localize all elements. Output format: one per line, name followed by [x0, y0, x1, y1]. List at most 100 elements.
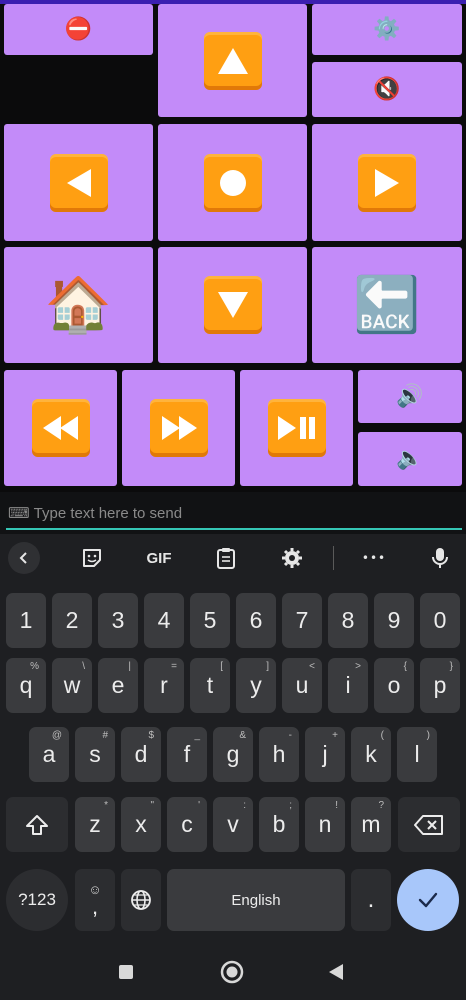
text-input-placeholder[interactable]: ⌨ Type text here to send: [8, 504, 183, 523]
clipboard-button[interactable]: [212, 544, 240, 572]
comma-emoji-key[interactable]: ☺ ,: [75, 869, 115, 931]
key-hint: =: [171, 661, 177, 672]
sticker-button[interactable]: [78, 544, 106, 572]
sticker-icon: [83, 549, 101, 567]
key-v[interactable]: :v: [213, 797, 253, 852]
key-hint: <: [309, 661, 315, 672]
shift-key[interactable]: [6, 797, 68, 852]
key-e[interactable]: | e: [98, 658, 138, 713]
recents-button[interactable]: [112, 958, 140, 986]
key-label: v: [227, 811, 239, 837]
symbols-key[interactable]: ?123: [6, 869, 68, 931]
gif-button[interactable]: GIF: [140, 544, 178, 572]
placeholder-text: Type text here to send: [33, 504, 183, 522]
key-i[interactable]: > i: [328, 658, 368, 713]
key-7[interactable]: 7: [282, 593, 322, 648]
key-m[interactable]: ? m: [351, 797, 391, 852]
ok-button[interactable]: [158, 124, 307, 241]
back-nav-button[interactable]: [322, 958, 350, 986]
period-key[interactable]: .: [351, 869, 391, 931]
key-5[interactable]: 5: [190, 593, 230, 648]
volume-down-button[interactable]: 🔈: [358, 432, 462, 486]
key-hint: }: [449, 661, 453, 672]
key-h[interactable]: -h: [259, 727, 299, 782]
key-p[interactable]: } p: [420, 658, 460, 713]
collapse-toolbar-button[interactable]: [8, 542, 40, 574]
key-label: r: [160, 672, 168, 698]
period-label: .: [367, 886, 375, 913]
key-label: u: [295, 672, 309, 698]
key-u[interactable]: < u: [282, 658, 322, 713]
key-hint: *: [104, 800, 108, 811]
home-button[interactable]: 🏠: [4, 247, 153, 363]
rewind-button[interactable]: [4, 370, 117, 486]
key-label: 1: [19, 607, 33, 633]
rewind-icon: [31, 399, 90, 457]
up-button[interactable]: [158, 4, 307, 117]
key-hint: _: [194, 730, 200, 741]
key-x[interactable]: " x: [121, 797, 161, 852]
key-label: 3: [111, 607, 125, 633]
key-q[interactable]: % q: [6, 658, 46, 713]
mute-button[interactable]: 🔇: [312, 62, 462, 117]
more-button[interactable]: •••: [358, 544, 390, 572]
down-button[interactable]: [158, 247, 307, 363]
key-c[interactable]: ' c: [167, 797, 207, 852]
key-8[interactable]: 8: [328, 593, 368, 648]
key-label: h: [272, 741, 286, 767]
settings-button[interactable]: ⚙️: [312, 4, 462, 55]
home-nav-button[interactable]: [216, 956, 248, 988]
key-b[interactable]: ; b: [259, 797, 299, 852]
arrow-right-icon: [358, 153, 416, 212]
key-d[interactable]: $ d: [121, 727, 161, 782]
key-hint: {: [403, 661, 407, 672]
key-a[interactable]: @ a: [29, 727, 69, 782]
stop-button[interactable]: ⛔: [4, 4, 153, 55]
key-o[interactable]: {o: [374, 658, 414, 713]
key-6[interactable]: 6: [236, 593, 276, 648]
key-label: p: [433, 672, 447, 698]
right-button[interactable]: [312, 124, 462, 241]
key-z[interactable]: * z: [75, 797, 115, 852]
key-n[interactable]: ! n: [305, 797, 345, 852]
language-key[interactable]: [121, 869, 161, 931]
key-hint: &: [239, 730, 246, 741]
key-y[interactable]: ] y: [236, 658, 276, 713]
play-pause-button[interactable]: [240, 370, 353, 486]
key-label: k: [365, 741, 377, 767]
key-3[interactable]: 3: [98, 593, 138, 648]
keyboard-icon: ⌨: [8, 505, 30, 522]
settings-toolbar-button[interactable]: [278, 544, 306, 572]
key-label: a: [42, 741, 56, 767]
key-k[interactable]: (k: [351, 727, 391, 782]
key-g[interactable]: & g: [213, 727, 253, 782]
key-4[interactable]: 4: [144, 593, 184, 648]
key-hint: :: [243, 800, 246, 811]
key-label: n: [318, 811, 332, 837]
key-w[interactable]: \ w: [52, 658, 92, 713]
voice-input-button[interactable]: [426, 544, 454, 572]
key-label: y: [250, 672, 262, 698]
backspace-key[interactable]: [398, 797, 460, 852]
key-0[interactable]: 0: [420, 593, 460, 648]
volume-up-button[interactable]: 🔊: [358, 370, 462, 423]
key-1[interactable]: 1: [6, 593, 46, 648]
back-button[interactable]: 🔙: [312, 247, 462, 363]
key-hint: ': [198, 800, 200, 811]
key-f[interactable]: _ f: [167, 727, 207, 782]
left-button[interactable]: [4, 124, 153, 241]
key-label: q: [19, 672, 33, 698]
key-label: b: [272, 811, 286, 837]
key-l[interactable]: ) l: [397, 727, 437, 782]
key-label: o: [387, 672, 401, 698]
key-s[interactable]: # s: [75, 727, 115, 782]
key-2[interactable]: 2: [52, 593, 92, 648]
key-9[interactable]: 9: [374, 593, 414, 648]
key-t[interactable]: [t: [190, 658, 230, 713]
fast-forward-button[interactable]: [122, 370, 235, 486]
enter-key[interactable]: [397, 869, 459, 931]
space-key[interactable]: English: [167, 869, 345, 931]
key-j[interactable]: + j: [305, 727, 345, 782]
key-r[interactable]: = r: [144, 658, 184, 713]
input-underline: [6, 528, 462, 530]
